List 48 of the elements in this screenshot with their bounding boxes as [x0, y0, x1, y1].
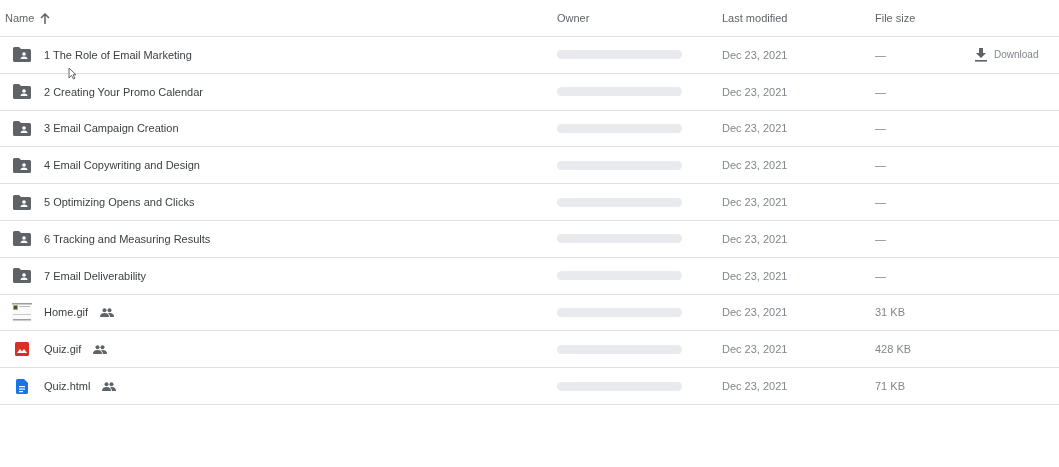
- file-size: —: [875, 48, 887, 61]
- file-name[interactable]: 5 Optimizing Opens and Clicks: [44, 196, 195, 209]
- shared-folder-icon: [13, 157, 31, 173]
- file-name[interactable]: 7 Email Deliverability: [44, 269, 147, 282]
- shared-folder-icon: [13, 268, 31, 284]
- image-icon: [15, 342, 29, 357]
- file-name[interactable]: 6 Tracking and Measuring Results: [44, 232, 211, 245]
- shared-folder-icon: [13, 231, 31, 247]
- modified-date: Dec 23, 2021: [722, 343, 789, 356]
- file-name[interactable]: 1 The Role of Email Marketing: [44, 48, 192, 61]
- shared-folder-icon: [13, 194, 31, 210]
- shared-folder-icon: [13, 121, 31, 136]
- file-size: —: [875, 122, 887, 135]
- sort-arrow-icon[interactable]: [40, 12, 51, 24]
- modified-date: Dec 23, 2021: [722, 122, 789, 135]
- column-header[interactable]: Name: [5, 12, 35, 24]
- shared-folder-icon: [13, 47, 31, 63]
- modified-date: Dec 23, 2021: [722, 232, 789, 245]
- thumbnail-icon: [12, 302, 32, 323]
- file-name[interactable]: Quiz.gif: [44, 343, 82, 356]
- modified-date: Dec 23, 2021: [722, 85, 789, 98]
- download-icon: [975, 47, 987, 62]
- file-size: 428 KB: [875, 343, 913, 356]
- document-icon: [16, 378, 28, 394]
- column-header[interactable]: File size: [875, 12, 916, 24]
- file-name[interactable]: Home.gif: [44, 306, 89, 319]
- modified-date: Dec 23, 2021: [722, 196, 789, 209]
- file-size: —: [875, 159, 887, 172]
- cursor-icon: [68, 67, 77, 80]
- column-header[interactable]: Last modified: [722, 12, 788, 24]
- modified-date: Dec 23, 2021: [722, 306, 789, 319]
- file-size: —: [875, 232, 887, 245]
- file-size: 71 KB: [875, 380, 906, 393]
- modified-date: Dec 23, 2021: [722, 380, 789, 393]
- column-header[interactable]: Owner: [557, 12, 590, 24]
- file-size: —: [875, 269, 887, 282]
- download-button[interactable]: Download: [975, 47, 1039, 62]
- file-name[interactable]: 3 Email Campaign Creation: [44, 122, 179, 135]
- file-size: —: [875, 196, 887, 209]
- file-name[interactable]: 4 Email Copywriting and Design: [44, 159, 200, 172]
- file-size: 31 KB: [875, 306, 906, 319]
- modified-date: Dec 23, 2021: [722, 159, 789, 172]
- modified-date: Dec 23, 2021: [722, 48, 789, 61]
- file-size: —: [875, 85, 887, 98]
- file-name[interactable]: 2 Creating Your Promo Calendar: [44, 85, 203, 98]
- modified-date: Dec 23, 2021: [722, 269, 789, 282]
- file-name[interactable]: Quiz.html: [44, 380, 91, 393]
- shared-folder-icon: [13, 84, 31, 100]
